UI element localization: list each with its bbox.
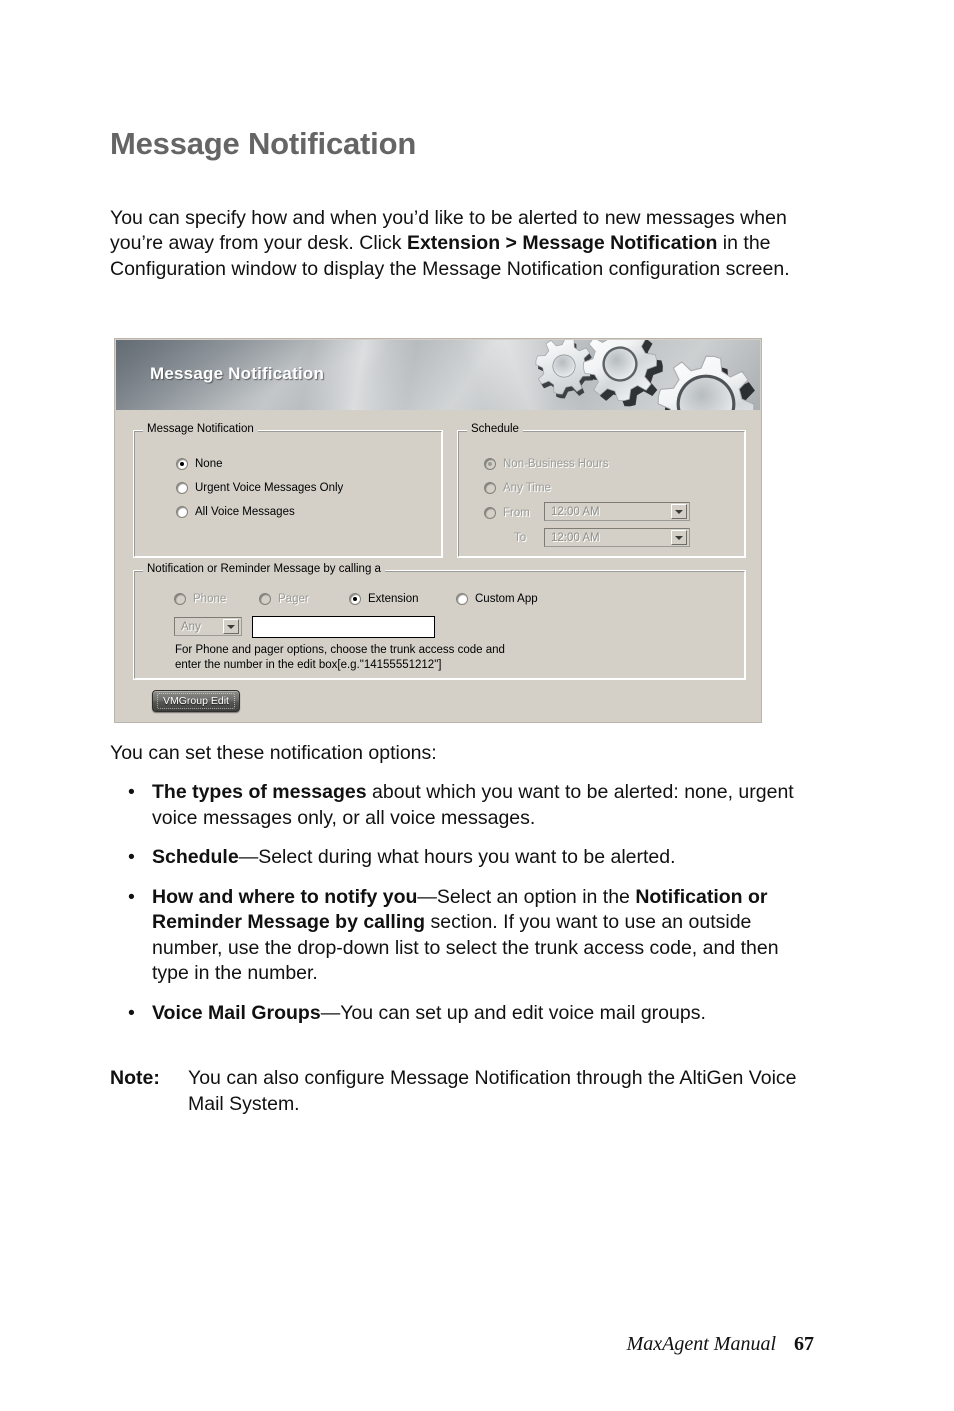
radio-option-any-time: Any Time xyxy=(484,482,551,494)
chevron-down-icon[interactable] xyxy=(671,530,687,545)
list-item-bold: The types of messages xyxy=(152,781,367,803)
dialog-banner-title: Message Notification xyxy=(150,364,325,383)
group-notification-method: Notification or Reminder Message by call… xyxy=(133,563,746,680)
radio-label-all-voice-messages: All Voice Messages xyxy=(195,506,295,518)
note-text: You can also configure Message Notificat… xyxy=(188,1067,797,1115)
radio-icon-extension[interactable] xyxy=(349,593,361,605)
radio-icon-non-business-hours xyxy=(484,458,496,470)
radio-icon-urgent-voice-messages-only[interactable] xyxy=(176,482,188,494)
to-time-value: 12:00 AM xyxy=(551,531,600,544)
radio-icon-phone xyxy=(174,593,186,605)
list-item-text: —Select an option in the xyxy=(417,885,636,908)
list-item: • Voice Mail Groups—You can set up and e… xyxy=(110,1001,800,1027)
radio-option-urgent-voice-messages-only[interactable]: Urgent Voice Messages Only xyxy=(176,482,343,494)
footer-book-title: MaxAgent Manual xyxy=(626,1333,776,1355)
radio-option-phone: Phone xyxy=(174,593,226,605)
radio-icon-pager xyxy=(259,593,271,605)
radio-icon-any-time xyxy=(484,482,496,494)
radio-option-from: From xyxy=(484,507,530,519)
to-label: To xyxy=(514,532,527,544)
bullet-icon: • xyxy=(128,781,135,803)
list-item-bold: Schedule xyxy=(152,846,239,868)
bullet-icon: • xyxy=(128,846,135,868)
radio-label-extension: Extension xyxy=(368,593,419,605)
intro-bold-menu-path: Extension > Message Notification xyxy=(406,232,718,254)
radio-icon-from xyxy=(484,507,496,519)
note-label: Note: xyxy=(110,1067,160,1089)
vmgroup-edit-button-label: VMGroup Edit xyxy=(157,693,235,709)
notification-options-list: • The types of messages about which you … xyxy=(110,780,800,1040)
dialog-banner: Message Notification xyxy=(116,340,760,410)
radio-option-all-voice-messages[interactable]: All Voice Messages xyxy=(176,506,295,518)
footer-page-number: 67 xyxy=(794,1333,814,1355)
radio-option-non-business-hours: Non-Business Hours xyxy=(484,458,608,470)
gears-icon xyxy=(529,340,760,410)
radio-option-extension[interactable]: Extension xyxy=(349,593,419,605)
list-item-text: —Select during what hours you want to be… xyxy=(238,846,676,868)
list-item: • Schedule—Select during what hours you … xyxy=(110,845,800,871)
message-notification-dialog-screenshot: Message Notification Message Notificatio… xyxy=(114,338,762,723)
trunk-access-code-combo[interactable]: Any xyxy=(174,617,242,636)
bullet-icon: • xyxy=(128,1001,135,1024)
intro-paragraph: You can specify how and when you’d like … xyxy=(110,206,800,283)
group-message-notification: Message Notification None Urgent Voice M… xyxy=(133,423,443,558)
group-legend-message-notification: Message Notification xyxy=(143,423,258,435)
radio-option-pager: Pager xyxy=(259,593,309,605)
notification-hint-text: For Phone and pager options, choose the … xyxy=(175,644,505,671)
chevron-down-icon[interactable] xyxy=(223,619,239,634)
group-legend-notification-method: Notification or Reminder Message by call… xyxy=(143,563,385,575)
notification-number-input[interactable] xyxy=(252,616,435,638)
radio-label-urgent-voice-messages-only: Urgent Voice Messages Only xyxy=(195,482,344,494)
radio-icon-custom-app[interactable] xyxy=(456,593,468,605)
radio-icon-none[interactable] xyxy=(176,458,188,470)
to-time-combo[interactable]: 12:00 AM xyxy=(544,528,690,547)
from-time-value: 12:00 AM xyxy=(551,505,600,518)
list-item-bold: Voice Mail Groups xyxy=(152,1001,321,1024)
radio-label-pager: Pager xyxy=(278,593,309,605)
options-lead-text: You can set these notification options: xyxy=(110,742,437,764)
document-page: Message Notification You can specify how… xyxy=(0,0,954,1411)
vmgroup-edit-button[interactable]: VMGroup Edit xyxy=(152,690,240,712)
dialog-body: Message Notification None Urgent Voice M… xyxy=(116,410,760,721)
radio-option-none[interactable]: None xyxy=(176,458,223,470)
list-item-bold: How and where to notify you xyxy=(152,885,418,908)
chevron-down-icon[interactable] xyxy=(671,504,687,519)
bullet-icon: • xyxy=(128,885,135,908)
radio-label-any-time: Any Time xyxy=(503,482,551,494)
group-border xyxy=(134,431,442,557)
radio-option-custom-app[interactable]: Custom App xyxy=(456,593,538,605)
radio-icon-all-voice-messages[interactable] xyxy=(176,506,188,518)
page-title: Message Notification xyxy=(110,126,417,161)
radio-label-from: From xyxy=(503,507,530,519)
list-item-text: —You can set up and edit voice mail grou… xyxy=(320,1001,706,1024)
from-time-combo[interactable]: 12:00 AM xyxy=(544,502,690,521)
list-item: • How and where to notify you—Select an … xyxy=(110,885,800,987)
page-footer: MaxAgent Manual 67 xyxy=(627,1333,814,1356)
radio-label-phone: Phone xyxy=(193,593,227,605)
group-legend-schedule: Schedule xyxy=(467,423,523,435)
note-block: Note: You can also configure Message Not… xyxy=(110,1066,810,1117)
radio-label-none: None xyxy=(195,458,223,470)
radio-label-non-business-hours: Non-Business Hours xyxy=(503,458,609,470)
radio-label-custom-app: Custom App xyxy=(475,593,538,605)
group-schedule: Schedule Non-Business Hours Any Time Fro… xyxy=(457,423,746,558)
trunk-access-code-value: Any xyxy=(181,620,201,633)
list-item: • The types of messages about which you … xyxy=(110,780,800,831)
